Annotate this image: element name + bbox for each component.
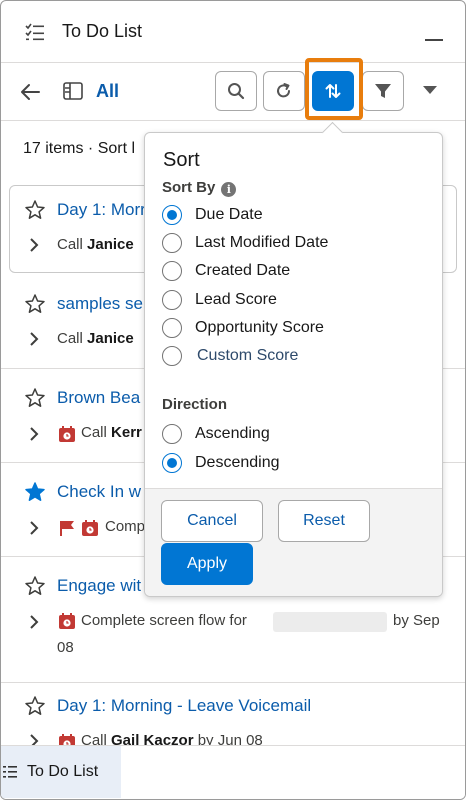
direction-heading: Direction xyxy=(162,396,228,413)
apply-button[interactable]: Apply xyxy=(161,543,253,585)
chevron-right-icon[interactable] xyxy=(27,614,41,630)
radio-button[interactable] xyxy=(162,346,182,366)
list-item: Day 1: Morning - Leave Voicemail Call Ga… xyxy=(1,683,465,750)
panel-header: To Do List xyxy=(1,1,465,63)
refresh-icon xyxy=(277,83,290,98)
utility-panel: To Do List All 17 items · Sort l Day 1: … xyxy=(0,0,466,800)
search-button[interactable] xyxy=(215,71,257,111)
radio-button[interactable] xyxy=(162,233,182,253)
chevron-down-icon[interactable] xyxy=(423,86,437,94)
star-icon[interactable] xyxy=(24,199,46,221)
task-subject-link[interactable]: Day 1: Morning - Leave Voicemail xyxy=(57,696,311,716)
popover-footer: Cancel Reset Apply xyxy=(145,488,442,596)
task-detail: Comp xyxy=(105,518,146,535)
task-subject-link[interactable]: Check In w xyxy=(57,482,141,502)
radio-button[interactable] xyxy=(162,261,182,281)
task-subject-link[interactable]: Brown Bea xyxy=(57,388,140,408)
list-toolbar: All xyxy=(1,63,465,121)
panel-title: To Do List xyxy=(62,21,143,41)
sort-option-custom-score[interactable]: Custom Score xyxy=(162,344,298,368)
sort-option-due-date[interactable]: Due Date xyxy=(162,203,263,227)
radio-button[interactable] xyxy=(162,290,182,310)
star-icon[interactable] xyxy=(24,695,46,717)
contact-name[interactable]: Janice xyxy=(87,330,134,347)
contact-name[interactable]: Kerr xyxy=(111,424,142,441)
search-icon xyxy=(228,83,245,100)
task-subject-link[interactable]: Day 1: Morr xyxy=(57,200,146,220)
chevron-right-icon[interactable] xyxy=(27,331,41,347)
star-icon[interactable] xyxy=(24,481,46,503)
calendar-icon xyxy=(59,426,75,442)
star-icon[interactable] xyxy=(24,575,46,597)
radio-button[interactable] xyxy=(162,318,182,338)
chevron-right-icon[interactable] xyxy=(27,426,41,442)
sort-by-heading: Sort By i xyxy=(162,179,237,197)
sort-option-opportunity-score[interactable]: Opportunity Score xyxy=(162,316,324,340)
radio-button[interactable] xyxy=(162,424,182,444)
contact-name[interactable]: Janice xyxy=(87,236,134,253)
calendar-icon xyxy=(82,520,98,536)
star-icon[interactable] xyxy=(24,387,46,409)
direction-option-ascending[interactable]: Ascending xyxy=(162,422,270,446)
utility-tab-to-do-list[interactable]: To Do List xyxy=(1,746,121,798)
radio-button[interactable] xyxy=(162,453,182,473)
filter-button[interactable] xyxy=(362,71,404,111)
radio-button[interactable] xyxy=(162,205,182,225)
task-subject-link[interactable]: samples se xyxy=(57,294,143,314)
filter-icon xyxy=(375,84,391,98)
info-icon[interactable]: i xyxy=(221,182,237,197)
sort-option-created-date[interactable]: Created Date xyxy=(162,259,290,283)
sort-option-last-modified-date[interactable]: Last Modified Date xyxy=(162,231,328,255)
utility-bar: To Do List xyxy=(1,745,465,799)
calendar-icon xyxy=(59,613,75,629)
refresh-button[interactable] xyxy=(263,71,305,111)
checklist-icon xyxy=(25,23,44,41)
task-detail: Call Janice xyxy=(57,330,134,347)
sort-button-highlight xyxy=(305,58,363,120)
sort-option-lead-score[interactable]: Lead Score xyxy=(162,288,277,312)
chevron-right-icon[interactable] xyxy=(27,520,41,536)
list-summary: 17 items · Sort l xyxy=(23,140,136,157)
back-arrow-icon[interactable] xyxy=(19,81,41,103)
chevron-right-icon[interactable] xyxy=(27,237,41,253)
list-view-icon xyxy=(63,82,83,100)
flag-icon xyxy=(60,521,74,536)
task-detail: Call Kerr xyxy=(81,424,142,441)
utility-tab-label: To Do List xyxy=(27,763,99,780)
task-due-text-continued: 08 xyxy=(57,639,74,656)
task-subject-link[interactable]: Engage wit xyxy=(57,576,141,596)
task-detail: Call Janice xyxy=(57,236,134,253)
reset-button[interactable]: Reset xyxy=(278,500,370,542)
task-due-text: by Sep xyxy=(393,612,440,629)
list-view-selector[interactable]: All xyxy=(96,81,119,102)
checklist-icon xyxy=(3,766,17,778)
task-detail: Complete screen flow for xyxy=(81,612,247,629)
star-icon[interactable] xyxy=(24,293,46,315)
cancel-button[interactable]: Cancel xyxy=(161,500,263,542)
redacted-record-name xyxy=(273,612,387,632)
popover-title: Sort xyxy=(163,149,200,171)
direction-option-descending[interactable]: Descending xyxy=(162,451,280,475)
minimize-icon[interactable] xyxy=(421,21,447,45)
sort-popover: Sort Sort By i Due Date Last Modified Dat… xyxy=(144,132,443,597)
